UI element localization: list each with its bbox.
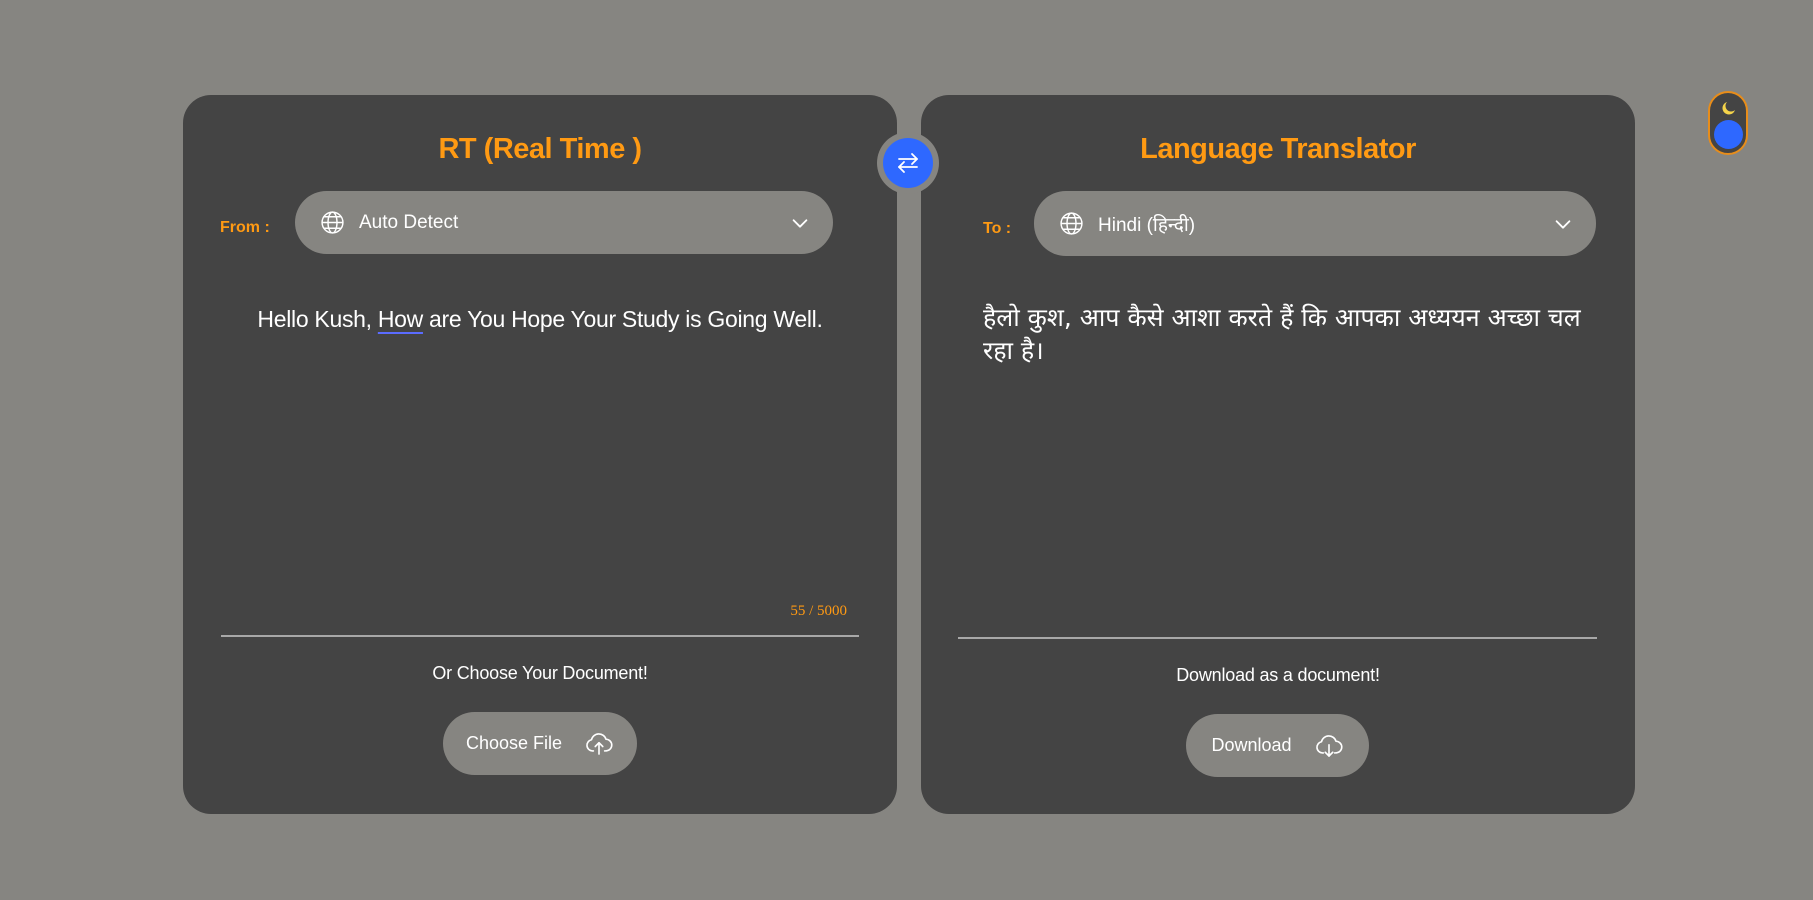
swap-arrows-icon [898, 153, 918, 173]
to-label: To : [983, 220, 1012, 237]
target-divider [958, 637, 1597, 639]
toggle-knob [1714, 120, 1743, 149]
globe-icon [321, 211, 344, 234]
cloud-download-icon [1315, 734, 1343, 757]
swap-languages-button[interactable] [877, 132, 939, 194]
target-panel-title: Language Translator [1140, 133, 1416, 165]
target-language-select[interactable]: Hindi (हिन्दी) [1034, 191, 1596, 256]
moon-icon [1722, 102, 1735, 115]
target-language-value: Hindi (हिन्दी) [1098, 214, 1196, 236]
source-text-area[interactable]: Hello Kush, How are You Hope Your Study … [223, 303, 857, 335]
from-label: From : [220, 219, 270, 236]
chevron-down-icon [1555, 219, 1571, 229]
source-text-part: Hello Kush, [257, 306, 378, 332]
globe-icon [1060, 212, 1083, 235]
download-label: Download [1211, 735, 1292, 755]
cloud-upload-icon [586, 732, 613, 755]
source-language-select[interactable]: Auto Detect [295, 191, 833, 254]
source-panel-title: RT (Real Time ) [438, 133, 642, 165]
download-caption: Download as a document! [1176, 665, 1380, 685]
chevron-down-icon [792, 218, 808, 228]
target-panel: Language Translator To : Hindi (हिन्दी) … [921, 95, 1635, 814]
spellcheck-word: How [377, 306, 423, 332]
character-counter: 55 / 5000 [790, 603, 847, 619]
translated-text: हैलो कुश, आप कैसे आशा करते हैं कि आपका अ… [983, 303, 1581, 365]
source-panel: RT (Real Time ) From : Auto Detect Hello… [183, 95, 897, 814]
source-text-part: are You Hope Your Study is Going Well. [422, 306, 823, 332]
choose-file-label: Choose File [465, 733, 563, 753]
upload-caption: Or Choose Your Document! [432, 663, 648, 683]
theme-toggle[interactable] [1708, 91, 1748, 155]
source-language-value: Auto Detect [359, 211, 459, 233]
download-button[interactable]: Download [1186, 714, 1369, 777]
choose-file-button[interactable]: Choose File [443, 712, 637, 775]
source-divider [221, 635, 859, 637]
